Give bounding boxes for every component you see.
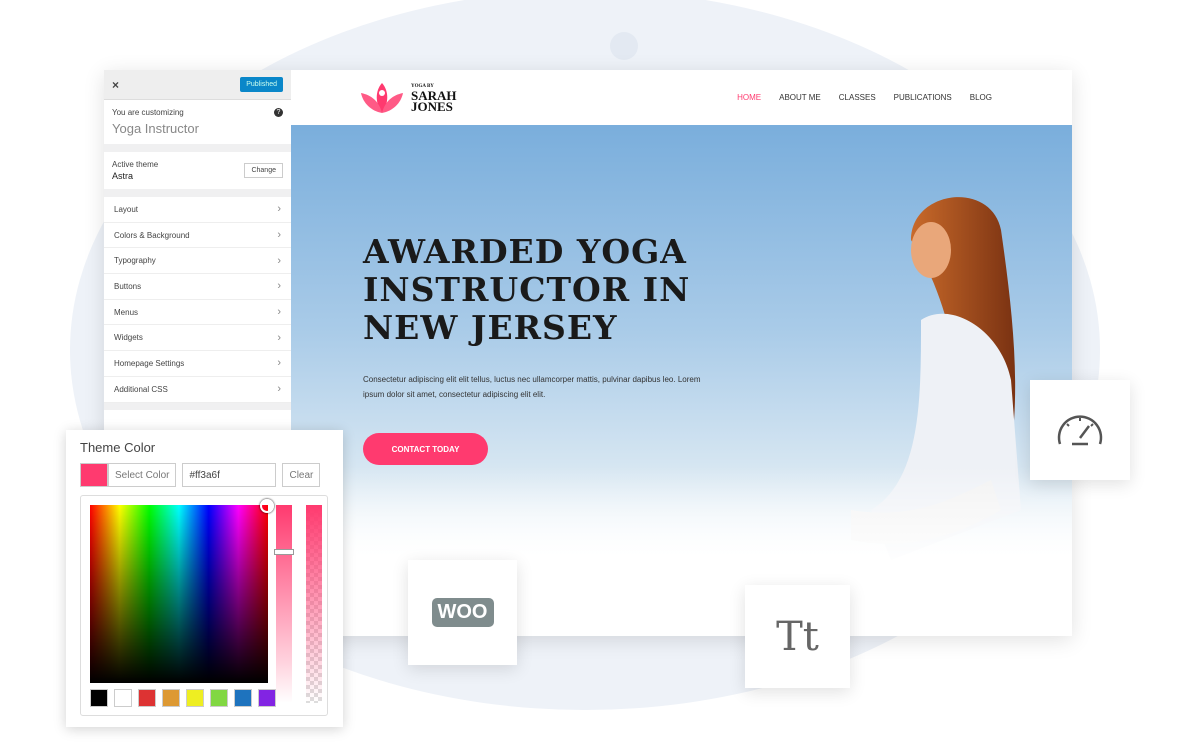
customizing-label: You are customizing — [112, 108, 184, 117]
contact-button[interactable]: CONTACT TODAY — [363, 433, 488, 465]
site-header: YOGA BY SARAH JONES HOME ABOUT ME CLASSES PUB… — [291, 70, 1072, 125]
nav-link[interactable]: ABOUT ME — [779, 93, 821, 102]
menu-item[interactable]: Layout › — [104, 197, 291, 223]
chevron-right-icon: › — [277, 254, 281, 267]
palette-swatch[interactable] — [186, 689, 204, 707]
woo-logo-icon: WOO — [431, 598, 494, 627]
hero-text: Consectetur adipiscing elit elit tellus,… — [363, 375, 701, 399]
menu-item-label: Homepage Settings — [114, 358, 185, 368]
nav-link[interactable]: BLOG — [970, 93, 992, 102]
chevron-right-icon: › — [277, 280, 281, 293]
palette-swatch[interactable] — [138, 689, 156, 707]
color-spectrum[interactable] — [90, 499, 274, 683]
hex-input[interactable]: #ff3a6f — [182, 463, 277, 487]
menu-item[interactable]: Typography › — [104, 248, 291, 275]
menu-item-label: Colors & Background — [114, 230, 190, 240]
woocommerce-card: WOO — [408, 560, 517, 665]
alpha-slider[interactable] — [306, 505, 322, 703]
color-palette — [90, 689, 276, 707]
menu-item-label: Buttons — [114, 281, 142, 291]
menu-item-label: Typography — [114, 256, 156, 266]
typography-card: Tt — [745, 585, 850, 688]
palette-swatch[interactable] — [114, 689, 132, 707]
theme-label: Active theme — [112, 160, 159, 169]
select-color-button[interactable]: Select Color — [108, 463, 177, 487]
nav-link[interactable]: CLASSES — [839, 93, 876, 102]
palette-swatch[interactable] — [258, 689, 276, 707]
site-name: Yoga Instructor — [112, 121, 199, 136]
menu-item[interactable]: Widgets › — [104, 325, 291, 352]
site-preview: YOGA BY SARAH JONES HOME ABOUT ME CLASSES PUB… — [291, 70, 1072, 636]
help-icon[interactable]: ? — [274, 108, 283, 117]
theme-name: Astra — [112, 171, 134, 181]
menu-item[interactable]: Additional CSS › — [104, 377, 291, 403]
menu-item[interactable]: Homepage Settings › — [104, 351, 291, 377]
palette-swatch[interactable] — [234, 689, 252, 707]
chevron-right-icon: › — [277, 203, 281, 216]
nav-link[interactable]: PUBLICATIONS — [894, 93, 952, 102]
theme-color-picker: Theme Color Select Color #ff3a6f Clear — [66, 430, 343, 727]
palette-swatch[interactable] — [210, 689, 228, 707]
nav-link[interactable]: HOME — [737, 93, 761, 102]
site-logo[interactable]: YOGA BY SARAH JONES — [357, 81, 457, 115]
hue-slider[interactable] — [274, 505, 294, 703]
speedometer-icon — [1057, 415, 1103, 446]
menu-item-label: Layout — [114, 204, 139, 214]
main-nav: HOME ABOUT ME CLASSES PUBLICATIONS BLOG — [737, 93, 992, 102]
chevron-right-icon: › — [277, 383, 281, 396]
menu-item[interactable]: Colors & Background › — [104, 223, 291, 249]
picker-title: Theme Color — [80, 440, 156, 455]
menu-item[interactable]: Buttons › — [104, 274, 291, 300]
menu-item-label: Additional CSS — [114, 384, 168, 394]
typography-icon: Tt — [776, 613, 819, 660]
close-icon[interactable]: × — [112, 78, 119, 92]
chevron-right-icon: › — [277, 306, 281, 319]
decor-dot — [610, 32, 638, 60]
palette-swatch[interactable] — [90, 689, 108, 707]
menu-item-label: Menus — [114, 307, 139, 317]
performance-card — [1030, 380, 1130, 480]
logo-line2: JONES — [411, 98, 453, 114]
menu-item[interactable]: Menus › — [104, 300, 291, 326]
lotus-icon — [361, 82, 403, 113]
palette-swatch[interactable] — [162, 689, 180, 707]
color-swatch[interactable] — [80, 463, 108, 487]
menu-item-label: Widgets — [114, 333, 143, 343]
hero-title: AWARDED YOGA INSTRUCTOR IN NEW JERSEY — [363, 232, 691, 347]
chevron-right-icon: › — [277, 357, 281, 370]
publish-button[interactable]: Published — [240, 77, 283, 92]
change-theme-button[interactable]: Change — [244, 163, 283, 178]
chevron-right-icon: › — [277, 229, 281, 242]
chevron-right-icon: › — [277, 331, 281, 344]
clear-button[interactable]: Clear — [282, 463, 321, 487]
customizer-sidebar: × Published You are customizing Yoga Instr… — [104, 70, 291, 410]
spectrum-handle[interactable] — [260, 499, 274, 513]
